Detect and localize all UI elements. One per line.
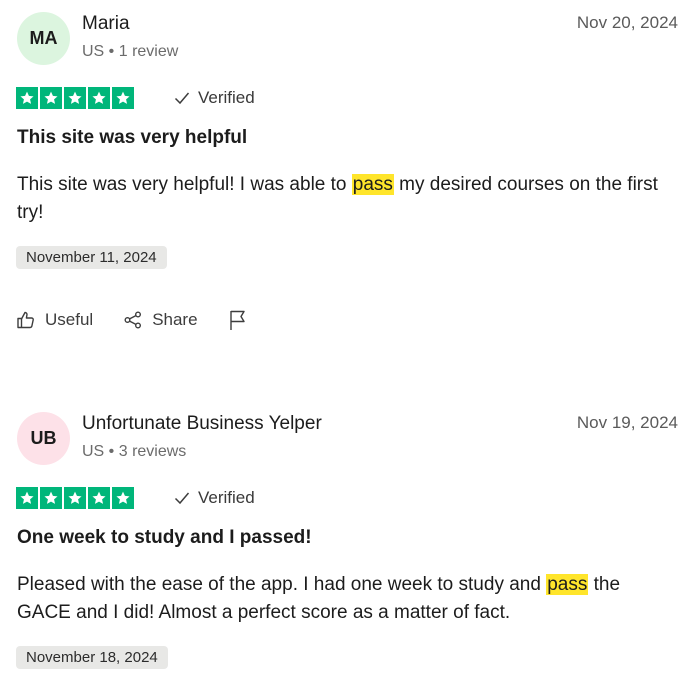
experience-date-badge: November 18, 2024 <box>16 646 168 669</box>
reviewer-meta: US • 1 review <box>82 43 179 60</box>
search-highlight: pass <box>351 174 394 195</box>
share-label: Share <box>152 310 198 329</box>
avatar-initials: MA <box>29 28 58 48</box>
star-icon <box>88 87 110 109</box>
reviewer-name[interactable]: Maria <box>82 13 130 35</box>
verified-badge[interactable]: Verified <box>174 88 255 108</box>
share-button[interactable]: Share <box>123 310 198 330</box>
checkmark-icon <box>174 91 190 105</box>
review-date: Nov 19, 2024 <box>576 413 678 432</box>
reviewer-name[interactable]: Unfortunate Business Yelper <box>82 413 322 435</box>
verified-label: Verified <box>198 88 255 107</box>
avatar-initials: UB <box>30 428 57 448</box>
star-rating <box>16 487 134 509</box>
star-icon <box>88 487 110 509</box>
star-icon <box>40 87 62 109</box>
review-title[interactable]: This site was very helpful <box>17 127 247 149</box>
useful-label: Useful <box>45 310 94 329</box>
avatar[interactable]: UB <box>17 412 70 465</box>
review-body-text: Pleased with the ease of the app. I had … <box>17 574 547 595</box>
checkmark-icon <box>174 491 190 505</box>
star-rating <box>16 87 134 109</box>
experience-date-badge: November 11, 2024 <box>16 246 167 269</box>
star-icon <box>40 487 62 509</box>
star-icon <box>16 487 38 509</box>
reviewer-meta: US • 3 reviews <box>82 443 187 460</box>
verified-badge[interactable]: Verified <box>174 488 255 508</box>
review-date: Nov 20, 2024 <box>576 13 678 32</box>
share-icon <box>123 310 143 330</box>
review-body: Pleased with the ease of the app. I had … <box>17 571 679 627</box>
search-highlight: pass <box>546 574 589 595</box>
star-icon <box>64 87 86 109</box>
review-title[interactable]: One week to study and I passed! <box>17 527 312 549</box>
star-icon <box>112 487 134 509</box>
flag-icon <box>228 309 248 331</box>
review-actions: Useful Share <box>16 309 278 331</box>
star-icon <box>64 487 86 509</box>
report-button[interactable] <box>228 309 248 331</box>
avatar[interactable]: MA <box>17 12 70 65</box>
review-body: This site was very helpful! I was able t… <box>17 171 679 227</box>
thumbs-up-icon <box>16 310 36 330</box>
verified-label: Verified <box>198 488 255 507</box>
review-body-text: This site was very helpful! I was able t… <box>17 174 352 195</box>
star-icon <box>112 87 134 109</box>
useful-button[interactable]: Useful <box>16 310 93 330</box>
star-icon <box>16 87 38 109</box>
